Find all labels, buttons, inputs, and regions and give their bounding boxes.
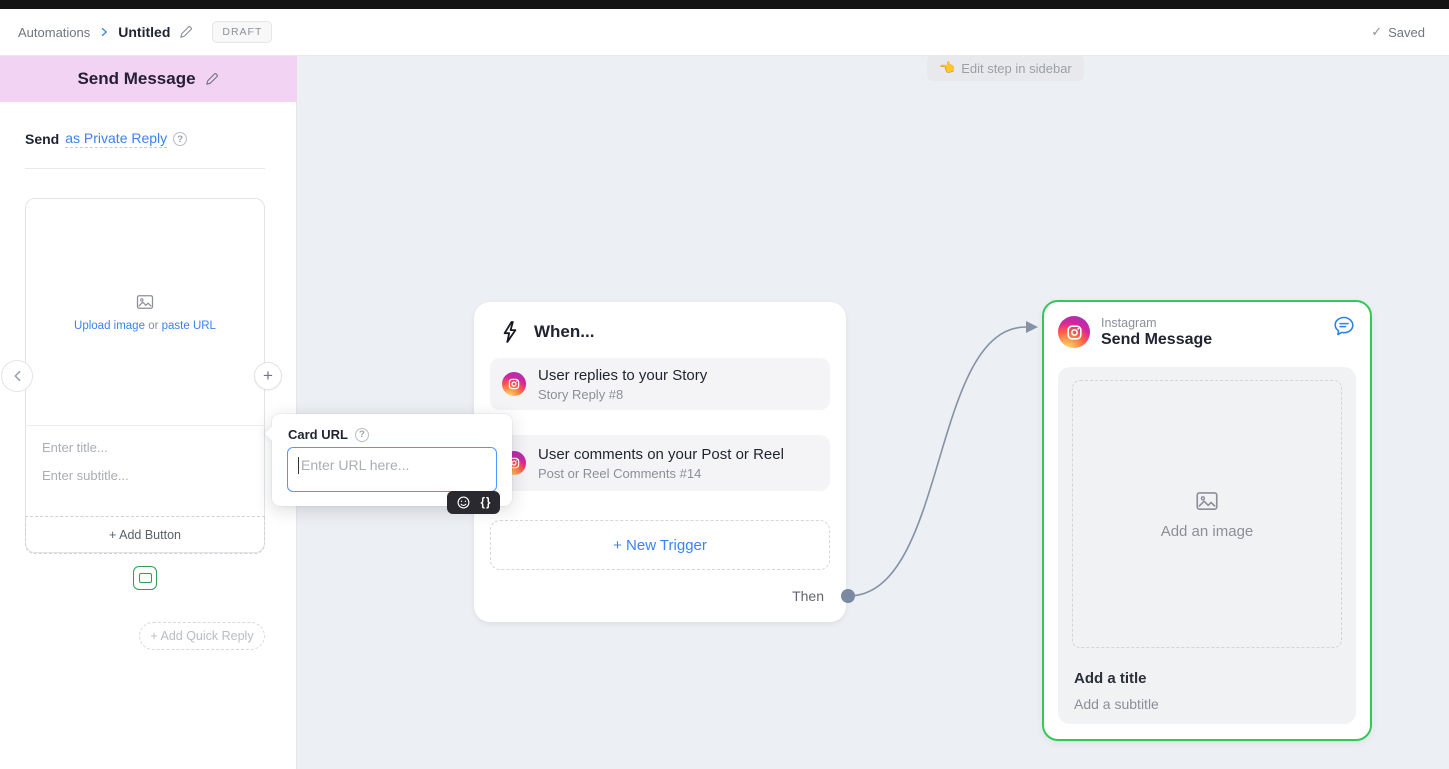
help-question-icon[interactable]: ?: [354, 427, 369, 442]
add-quick-reply-button[interactable]: + Add Quick Reply: [139, 622, 265, 650]
variables-braces-icon[interactable]: {}: [481, 497, 492, 509]
image-placeholder-icon: [135, 292, 155, 312]
send-mode-row: Send as Private Reply ?: [25, 130, 188, 148]
paste-url-link[interactable]: paste URL: [162, 320, 216, 332]
add-button-button[interactable]: + Add Button: [25, 516, 265, 554]
image-placeholder-icon: [1194, 488, 1220, 514]
add-image-dropzone[interactable]: Add an image: [1072, 380, 1342, 648]
card-url-popover: Card URL ? Enter URL here... {}: [264, 414, 512, 514]
send-card-header: Instagram Send Message: [1058, 316, 1212, 349]
new-trigger-button[interactable]: + New Trigger: [490, 520, 830, 570]
or-label: or: [148, 320, 159, 332]
carousel-prev-button[interactable]: [1, 360, 33, 392]
instagram-icon: [502, 372, 526, 396]
card-title-placeholder[interactable]: Add a title: [1074, 670, 1147, 687]
sidebar-divider: [25, 168, 265, 169]
trigger-subtitle: Story Reply #8: [538, 386, 624, 402]
step-editor-sidebar: Send Message Send as Private Reply ? Upl…: [0, 56, 297, 769]
breadcrumb: Automations Untitled DRAFT: [18, 21, 273, 43]
send-card-title: Send Message: [1101, 331, 1213, 348]
sidebar-header: Send Message: [0, 56, 297, 102]
upload-image-dropzone[interactable]: Upload image or paste URL: [26, 199, 264, 426]
card-text-fields: Enter title... Enter subtitle...: [26, 426, 264, 516]
sidebar-step-title: Send Message: [77, 69, 196, 88]
card-editor: Upload image or paste URL Enter title...…: [25, 198, 265, 554]
trigger-subtitle: Post or Reel Comments #14: [538, 465, 702, 481]
add-image-label: Add an image: [1160, 523, 1254, 540]
message-bubble-icon[interactable]: [1332, 314, 1356, 338]
edit-step-hint-label: Edit step in sidebar: [961, 60, 1072, 76]
card-url-input[interactable]: Enter URL here...: [287, 447, 497, 492]
input-tools-pill: {}: [447, 491, 500, 514]
check-icon: ✓: [1371, 24, 1383, 39]
send-card-preview: Add an image Add a title Add a subtitle: [1058, 367, 1356, 724]
edit-step-hint: 👈 Edit step in sidebar: [927, 55, 1084, 81]
send-prefix-label: Send: [25, 131, 60, 147]
top-bar: Automations Untitled DRAFT ✓ Saved: [0, 9, 1449, 56]
pointing-left-emoji-icon: 👈: [939, 60, 956, 75]
status-badge-draft: DRAFT: [212, 21, 273, 43]
lightning-bolt-icon: [498, 320, 522, 344]
add-card-button[interactable]: +: [254, 362, 282, 390]
trigger-row-story-reply[interactable]: User replies to your Story Story Reply #…: [490, 358, 830, 410]
saved-label: Saved: [1388, 24, 1425, 40]
then-connector-handle[interactable]: [841, 589, 855, 603]
card-title-input[interactable]: Enter title...: [42, 440, 248, 455]
trigger-title: User comments on your Post or Reel: [538, 445, 784, 463]
card-subtitle-input[interactable]: Enter subtitle...: [42, 468, 248, 483]
card-block-type-button[interactable]: [133, 566, 157, 590]
emoji-picker-icon[interactable]: [456, 495, 471, 510]
instagram-icon: [1058, 316, 1090, 348]
send-mode-selector[interactable]: as Private Reply: [65, 130, 168, 148]
card-url-placeholder: Enter URL here...: [301, 457, 410, 473]
flow-title[interactable]: Untitled: [118, 24, 170, 40]
card-url-label: Card URL: [288, 427, 348, 442]
save-status: ✓ Saved: [1371, 24, 1425, 40]
text-caret: [298, 457, 299, 474]
card-subtitle-placeholder[interactable]: Add a subtitle: [1074, 696, 1159, 712]
trigger-row-post-comments[interactable]: User comments on your Post or Reel Post …: [490, 435, 830, 491]
when-card-title: When...: [534, 322, 595, 341]
send-message-node-card[interactable]: Instagram Send Message Add an image Add …: [1042, 300, 1372, 741]
help-question-icon[interactable]: ?: [173, 132, 188, 146]
upload-image-link[interactable]: Upload image: [74, 320, 145, 332]
trigger-node-card[interactable]: When... User replies to your Story Story…: [474, 302, 855, 622]
send-card-channel: Instagram: [1101, 316, 1157, 330]
edit-title-pencil-icon[interactable]: [178, 24, 194, 40]
card-type-icon: [138, 573, 152, 583]
breadcrumb-chevron-icon: [98, 26, 110, 38]
when-header: When...: [498, 320, 594, 344]
breadcrumb-automations-link[interactable]: Automations: [18, 25, 90, 40]
then-label: Then: [792, 588, 824, 604]
browser-top-strip: [0, 0, 1449, 9]
edit-step-name-pencil-icon[interactable]: [204, 71, 220, 87]
trigger-title: User replies to your Story: [538, 366, 708, 384]
